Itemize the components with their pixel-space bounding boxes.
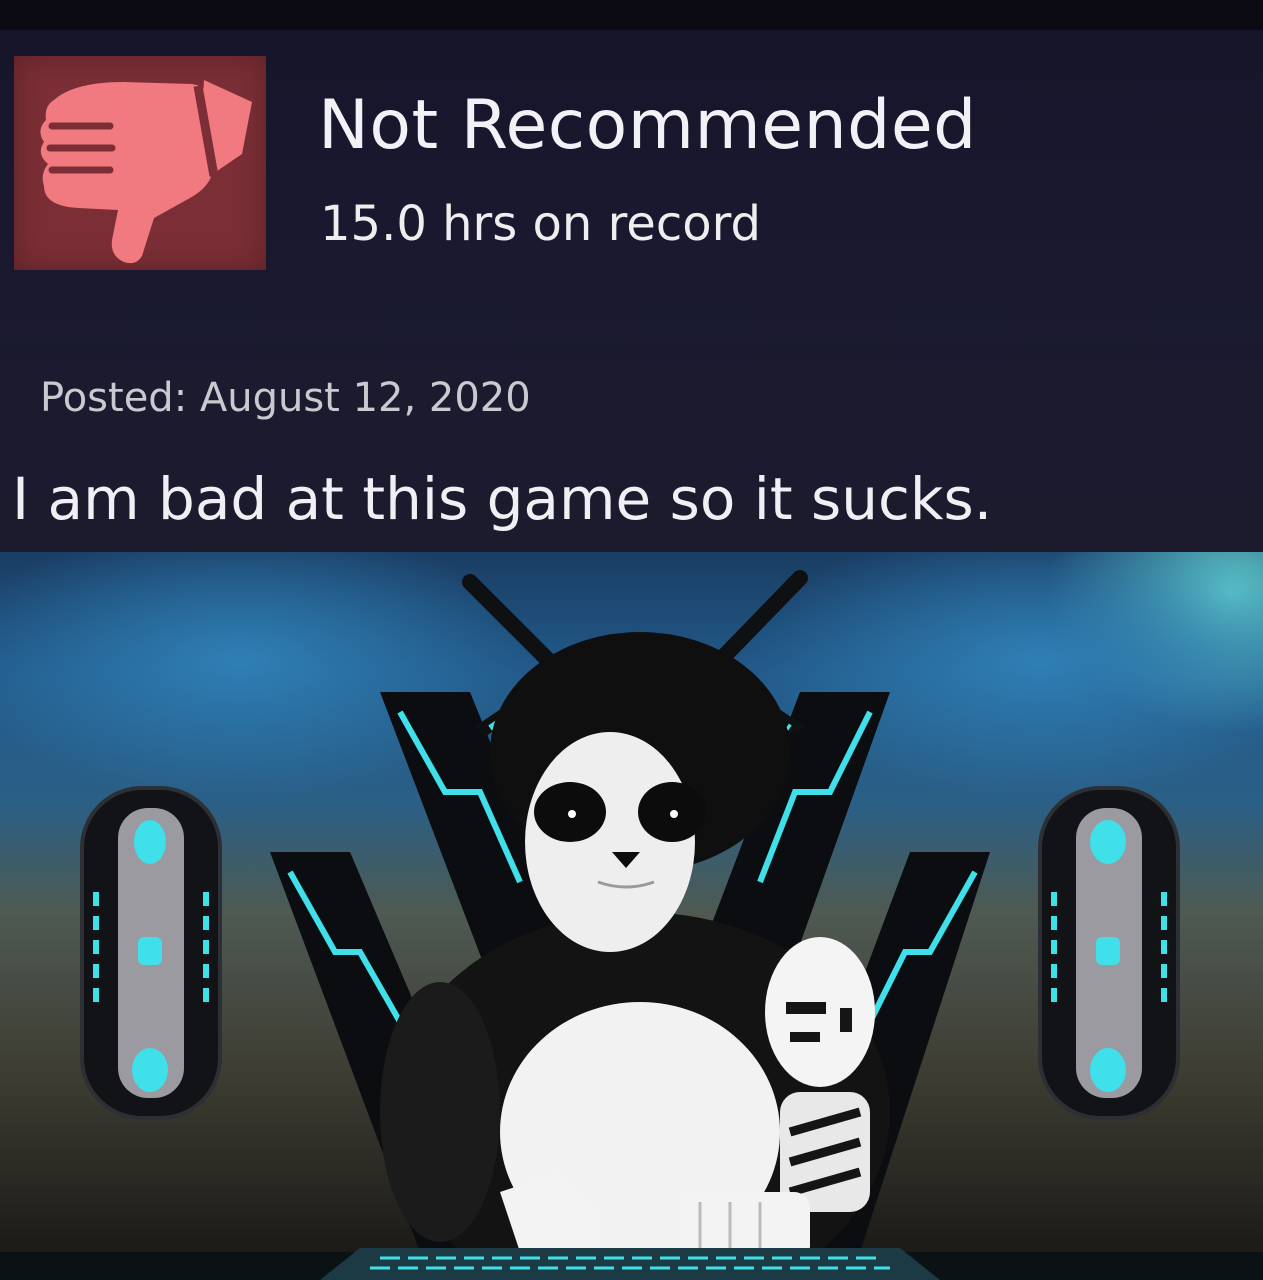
posted-date: Posted: August 12, 2020 [40, 375, 531, 421]
review-verdict: Not Recommended [318, 86, 977, 165]
meme-page: Not Recommended 15.0 hrs on record Poste… [0, 0, 1263, 1280]
hours-on-record: 15.0 hrs on record [320, 196, 761, 252]
panda-illustration [0, 552, 1263, 1280]
scene-artwork [0, 570, 1263, 1280]
thumbs-down-icon [40, 80, 252, 264]
thumbs-down-badge [14, 56, 266, 270]
review-body: I am bad at this game so it sucks. [12, 465, 993, 533]
desk-keyboard [0, 1248, 1263, 1280]
right-pillar [1038, 786, 1180, 1120]
left-pillar [80, 786, 222, 1120]
review-panel: Not Recommended 15.0 hrs on record Poste… [0, 0, 1263, 552]
